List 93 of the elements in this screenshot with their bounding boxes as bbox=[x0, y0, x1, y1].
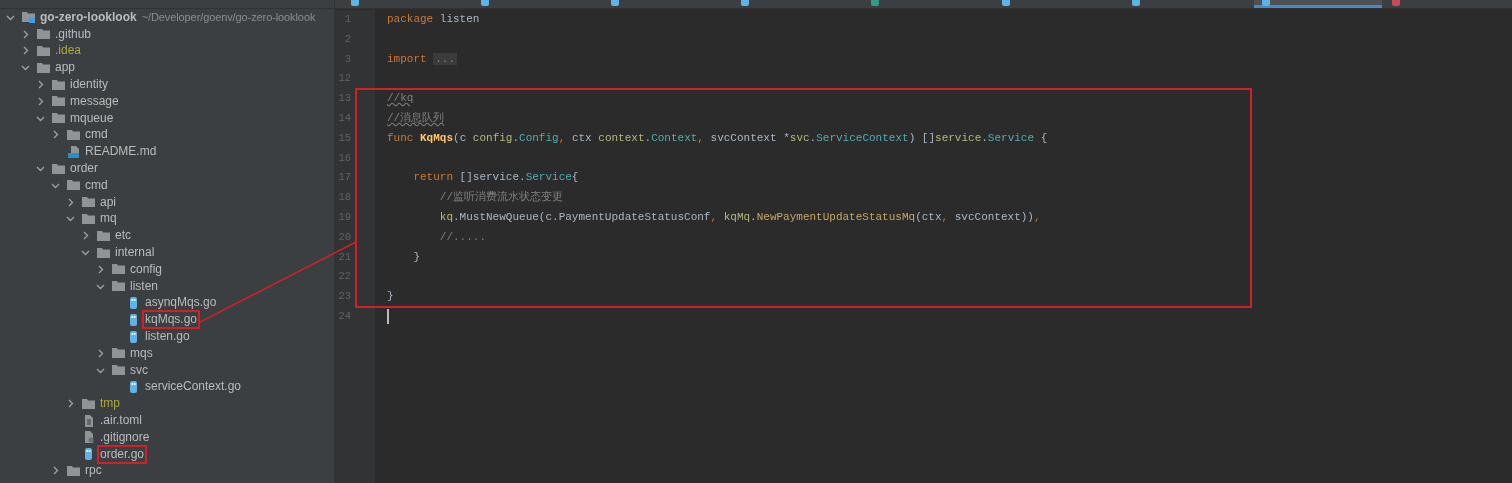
collapse-chevron-icon[interactable] bbox=[66, 214, 75, 224]
go-file-icon bbox=[82, 448, 95, 461]
expand-chevron-icon[interactable] bbox=[51, 466, 60, 476]
tree-item[interactable]: app bbox=[54, 60, 77, 76]
expand-chevron-icon[interactable] bbox=[21, 29, 30, 39]
go-file-icon bbox=[127, 330, 140, 343]
code-line: //..... bbox=[438, 229, 487, 245]
folder-icon bbox=[82, 212, 95, 225]
folder-icon bbox=[67, 464, 80, 477]
tree-item[interactable]: mq bbox=[99, 211, 118, 227]
tree-item[interactable]: .github bbox=[54, 26, 93, 42]
tree-item[interactable]: .gitignore bbox=[99, 429, 151, 445]
proto-file-icon bbox=[871, 0, 880, 6]
editor-tab[interactable] bbox=[1253, 0, 1382, 8]
tree-item[interactable]: etc bbox=[114, 228, 132, 244]
go-file-icon bbox=[1001, 0, 1010, 6]
code-line: //消息队列 bbox=[387, 111, 445, 126]
tree-item[interactable]: identity bbox=[69, 77, 110, 93]
expand-chevron-icon[interactable] bbox=[81, 231, 90, 241]
folder-icon bbox=[97, 229, 110, 242]
tree-item[interactable]: kqMqs.go bbox=[144, 312, 199, 328]
tree-item[interactable]: listen.go bbox=[144, 329, 191, 345]
tree-item[interactable]: serviceContext.go bbox=[144, 379, 243, 395]
go-file-icon bbox=[127, 380, 140, 393]
go-file-icon bbox=[1131, 0, 1140, 6]
go-file-icon bbox=[481, 0, 490, 6]
code-line: } bbox=[387, 289, 394, 305]
folder-icon bbox=[82, 397, 95, 410]
expand-chevron-icon[interactable] bbox=[96, 348, 105, 358]
collapse-chevron-icon[interactable] bbox=[21, 63, 30, 73]
tree-item[interactable]: listen bbox=[129, 278, 159, 294]
tree-item[interactable]: message bbox=[69, 93, 120, 109]
expand-chevron-icon[interactable] bbox=[96, 264, 105, 274]
folder-icon bbox=[37, 61, 50, 74]
tree-item[interactable]: cmd bbox=[84, 177, 109, 193]
tree-item[interactable]: svc bbox=[129, 362, 149, 378]
tree-item[interactable]: asynqMqs.go bbox=[144, 295, 218, 311]
go-file-icon bbox=[127, 313, 140, 326]
expand-chevron-icon[interactable] bbox=[36, 80, 45, 90]
code-line: func KqMqs(c config.Config, ctx context.Context, svcContext *svc.ServiceContext) []service.Service { bbox=[387, 130, 1048, 146]
text-file-icon bbox=[82, 414, 95, 427]
tree-item[interactable]: .air.toml bbox=[99, 413, 143, 428]
markdown-file-icon bbox=[67, 145, 80, 158]
code-line: return []service.Service{ bbox=[412, 170, 579, 186]
folder-icon bbox=[37, 45, 50, 57]
collapse-chevron-icon[interactable] bbox=[81, 248, 90, 258]
expand-chevron-icon[interactable] bbox=[51, 130, 60, 140]
folder-icon bbox=[112, 347, 125, 360]
project-name[interactable]: go-zero-looklook bbox=[39, 9, 138, 25]
ignore-file-icon bbox=[82, 431, 95, 444]
code-line: package listen bbox=[387, 12, 480, 27]
tree-item[interactable]: mqueue bbox=[69, 110, 115, 126]
folder-icon bbox=[37, 28, 50, 41]
tree-item[interactable]: README.md bbox=[84, 144, 158, 160]
folder-icon bbox=[52, 95, 65, 108]
tree-item[interactable]: .idea bbox=[54, 43, 83, 59]
tree-item[interactable]: api bbox=[99, 194, 117, 210]
expand-chevron-icon[interactable] bbox=[21, 46, 30, 56]
tree-item[interactable]: config bbox=[129, 261, 164, 277]
folder-icon bbox=[52, 78, 65, 91]
folder-icon bbox=[22, 11, 35, 24]
expand-chevron-icon[interactable] bbox=[66, 197, 75, 207]
go-file-icon bbox=[741, 0, 750, 6]
code-line: //kq bbox=[387, 91, 414, 107]
code-line: import ... bbox=[387, 49, 457, 70]
folder-icon bbox=[112, 280, 125, 293]
folder-icon bbox=[112, 364, 125, 377]
tree-item[interactable]: mqs bbox=[129, 345, 154, 361]
folder-icon bbox=[112, 263, 125, 276]
expand-chevron-icon[interactable] bbox=[36, 96, 45, 106]
tree-item[interactable]: rpc bbox=[84, 463, 103, 479]
folder-icon bbox=[52, 162, 65, 175]
tree-item[interactable]: tmp bbox=[99, 396, 121, 412]
tree-item[interactable]: cmd bbox=[84, 127, 109, 143]
go-file-icon bbox=[127, 296, 140, 309]
folder-icon bbox=[52, 112, 65, 125]
tree-item[interactable]: internal bbox=[114, 245, 156, 261]
tree-item[interactable]: order.go bbox=[99, 446, 146, 462]
expand-chevron-icon[interactable] bbox=[66, 399, 75, 409]
code-line: kq.MustNewQueue(c.PaymentUpdateStatusConf, kqMq.NewPaymentUpdateStatusMq(ctx, svcContext)), bbox=[438, 209, 1041, 225]
folder-icon bbox=[67, 179, 80, 192]
folder-icon bbox=[67, 128, 80, 141]
project-path: ~/Developer/goenv/go-zero-looklook bbox=[141, 10, 316, 26]
folder-icon bbox=[97, 246, 110, 259]
collapse-chevron-icon[interactable] bbox=[36, 164, 45, 174]
go-file-icon bbox=[1261, 0, 1270, 6]
folder-icon bbox=[82, 196, 95, 209]
go-file-icon bbox=[611, 0, 620, 6]
code-line: } bbox=[412, 249, 420, 265]
yaml-file-icon bbox=[1391, 0, 1400, 6]
code-line: //监听消费流水状态变更 bbox=[438, 190, 563, 206]
tree-item[interactable]: order bbox=[69, 161, 99, 177]
go-file-icon bbox=[351, 0, 359, 6]
